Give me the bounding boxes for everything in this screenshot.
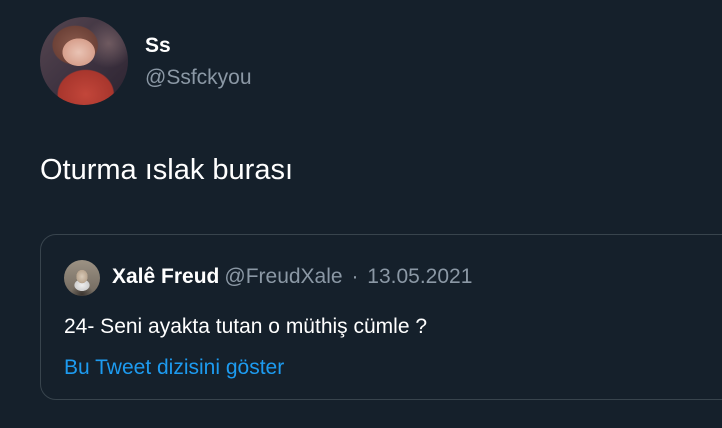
quoted-tweet-text: 24- Seni ayakta tutan o müthiş cümle ? [64, 315, 428, 338]
quoted-tweet-header: Xalê Freud @FreudXale · 13.05.2021 [112, 264, 472, 290]
author-avatar[interactable] [40, 17, 128, 105]
quoted-author-display-name: Xalê Freud [112, 265, 220, 288]
quoted-author-avatar [64, 260, 100, 296]
author-handle[interactable]: @Ssfckyou [145, 65, 252, 91]
quoted-meta-separator: · [351, 265, 359, 288]
quoted-author-handle: @FreudXale [224, 265, 343, 288]
author-display-name[interactable]: Ss [145, 33, 171, 59]
show-thread-link[interactable]: Bu Tweet dizisini göster [64, 355, 284, 381]
tweet-text: Oturma ıslak burası [40, 154, 294, 186]
quoted-tweet-date: 13.05.2021 [367, 265, 473, 288]
